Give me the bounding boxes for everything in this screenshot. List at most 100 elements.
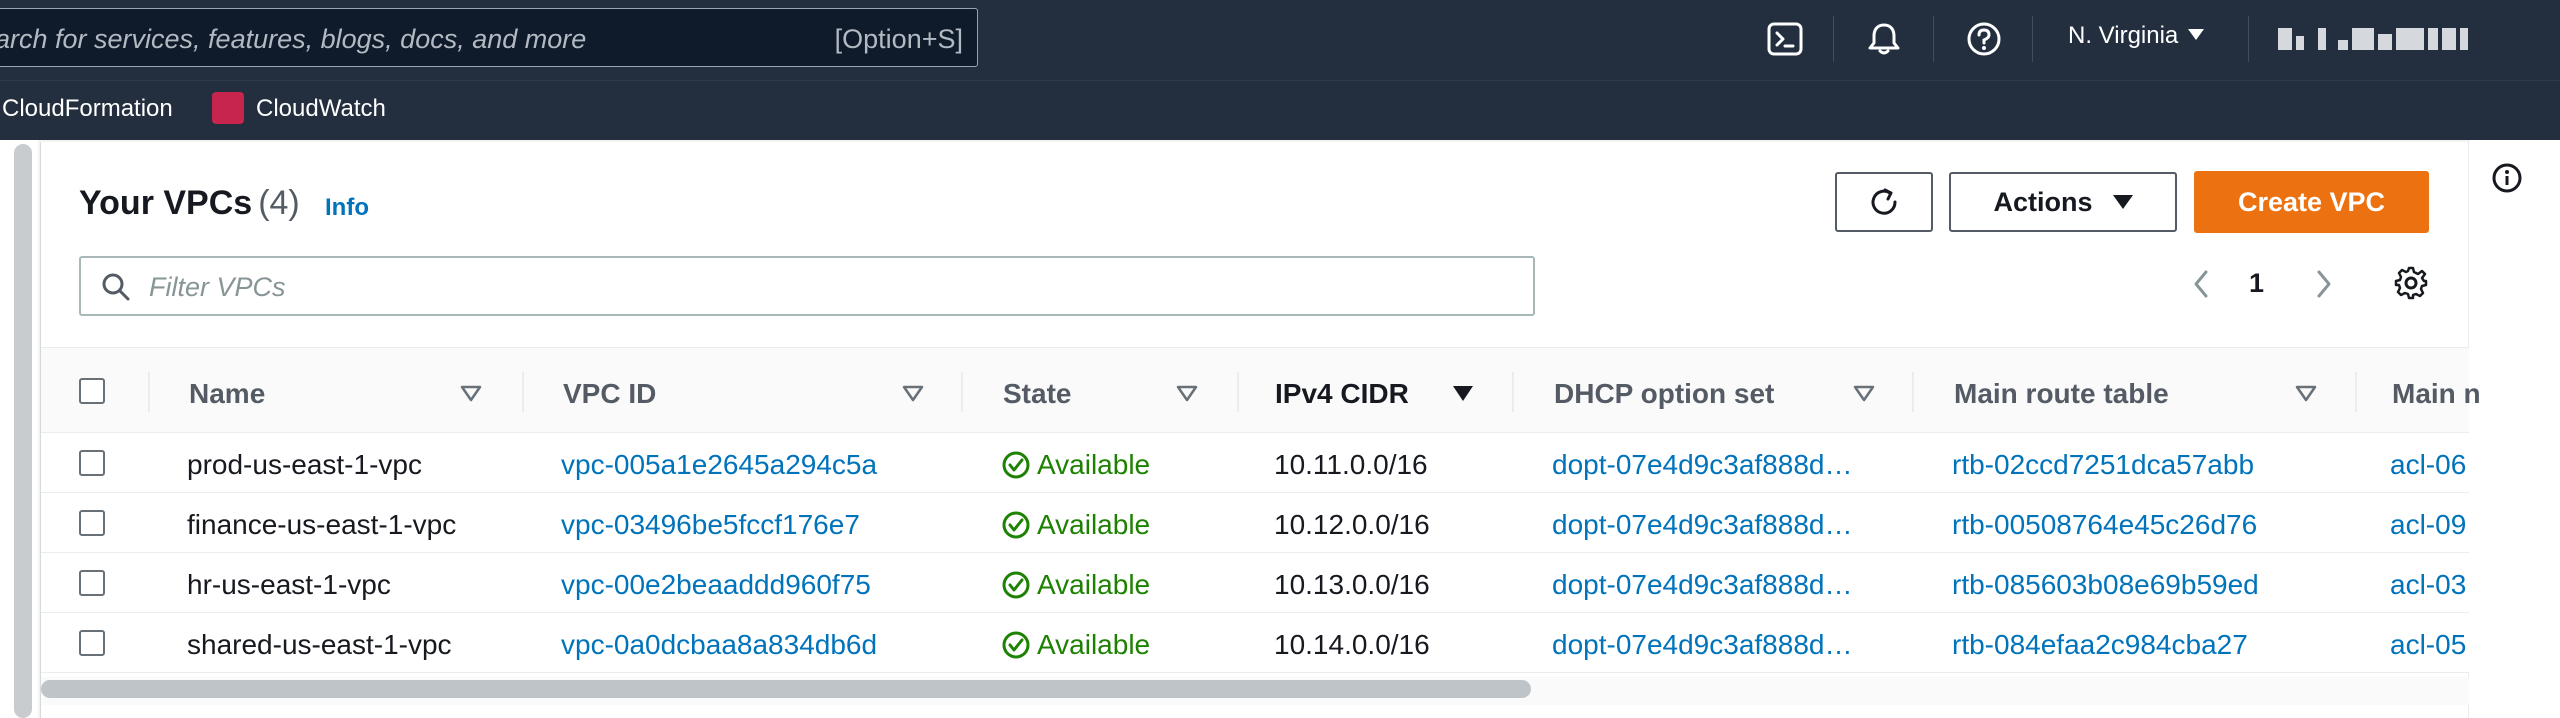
tools-panel [2468, 140, 2560, 718]
ipv4-cidr: 10.13.0.0/16 [1274, 569, 1430, 600]
dhcp-option-set-link[interactable]: dopt-07e4d9c3af888d… [1552, 569, 1852, 601]
search-placeholder: arch for services, features, blogs, docs… [0, 24, 587, 54]
refresh-icon [1871, 188, 1897, 215]
bell-icon[interactable] [1865, 20, 1903, 58]
check-circle-icon [1002, 631, 1030, 659]
row-checkbox[interactable] [79, 450, 105, 476]
network-acl-link[interactable]: acl-03 [2390, 569, 2466, 601]
filter-placeholder: Filter VPCs [149, 272, 286, 302]
check-circle-icon [1002, 511, 1030, 539]
vpc-id-link[interactable]: vpc-03496be5fccf176e7 [561, 509, 860, 541]
current-page[interactable]: 1 [2249, 268, 2264, 299]
favorites-bar: CloudFormation CloudWatch [0, 80, 2560, 140]
region-selector[interactable]: N. Virginia [2068, 22, 2205, 50]
network-acl-link[interactable]: acl-05 [2390, 629, 2466, 661]
select-all-checkbox[interactable] [79, 378, 105, 404]
vpc-name: prod-us-east-1-vpc [187, 449, 422, 480]
route-table-link[interactable]: rtb-00508764e45c26d76 [1952, 509, 2257, 541]
favorite-cloudwatch[interactable]: CloudWatch [256, 95, 386, 123]
actions-button[interactable]: Actions [1949, 172, 2177, 232]
gear-icon[interactable] [2392, 264, 2430, 302]
cloudshell-icon[interactable] [1766, 20, 1804, 58]
ipv4-cidr: 10.14.0.0/16 [1274, 629, 1430, 660]
filter-input[interactable]: Filter VPCs [79, 256, 1535, 316]
sort-icon[interactable] [1175, 384, 1199, 404]
vpc-id-link[interactable]: vpc-00e2beaaddd960f75 [561, 569, 871, 601]
row-checkbox[interactable] [79, 570, 105, 596]
state-text: Available [1037, 509, 1151, 540]
vpc-id-link[interactable]: vpc-005a1e2645a294c5a [561, 449, 877, 481]
state-text: Available [1037, 569, 1151, 600]
cloudwatch-icon [212, 92, 244, 124]
route-table-link[interactable]: rtb-02ccd7251dca57abb [1952, 449, 2254, 481]
check-circle-icon [1002, 451, 1030, 479]
sort-icon[interactable] [901, 384, 925, 404]
table-row[interactable]: shared-us-east-1-vpc vpc-0a0dcbaa8a834db… [41, 613, 2469, 673]
ipv4-cidr: 10.11.0.0/16 [1274, 449, 1428, 480]
vpc-id-link[interactable]: vpc-0a0dcbaa8a834db6d [561, 629, 877, 661]
column-header-ipv4-cidr[interactable]: IPv4 CIDR [1275, 378, 1409, 410]
actions-label: Actions [1993, 186, 2093, 217]
vpc-table-container: Your VPCs (4) Info Actions Create VPC Fil… [40, 142, 2481, 718]
vpc-name: finance-us-east-1-vpc [187, 509, 457, 540]
status-badge: Available [1001, 569, 1150, 601]
nav-divider [2032, 16, 2033, 62]
row-checkbox[interactable] [79, 630, 105, 656]
column-header-dhcp-option-set[interactable]: DHCP option set [1554, 378, 1774, 410]
network-acl-link[interactable]: acl-09 [2390, 509, 2466, 541]
table-header: Name VPC ID State IPv4 CIDR DHCP option … [41, 347, 2481, 433]
search-icon [102, 273, 130, 301]
caret-down-icon [2188, 29, 2205, 40]
column-header-state[interactable]: State [1003, 378, 1071, 410]
create-vpc-label: Create VPC [2237, 186, 2386, 217]
sort-icon[interactable] [2294, 384, 2318, 404]
state-text: Available [1037, 629, 1151, 660]
refresh-button[interactable] [1835, 172, 1933, 232]
row-checkbox[interactable] [79, 510, 105, 536]
vertical-scrollbar[interactable] [14, 144, 32, 718]
horizontal-scrollbar[interactable] [41, 680, 1531, 698]
route-table-link[interactable]: rtb-084efaa2c984cba27 [1952, 629, 2248, 661]
nav-divider [2248, 16, 2249, 62]
nav-divider [1933, 16, 1934, 62]
status-badge: Available [1001, 629, 1150, 661]
table-row[interactable]: hr-us-east-1-vpc vpc-00e2beaaddd960f75 A… [41, 553, 2469, 613]
page-title-text: Your VPCs [79, 184, 253, 222]
vpc-count: (4) [258, 184, 300, 222]
column-header-main-network-acl[interactable]: Main n [2392, 378, 2481, 410]
network-acl-link[interactable]: acl-06 [2390, 449, 2466, 481]
vpc-name: shared-us-east-1-vpc [187, 629, 452, 660]
top-navigation: arch for services, features, blogs, docs… [0, 0, 2560, 80]
column-header-main-route-table[interactable]: Main route table [1954, 378, 2169, 410]
search-shortcut-hint: [Option+S] [834, 24, 963, 54]
region-label: N. Virginia [2068, 22, 2179, 49]
dhcp-option-set-link[interactable]: dopt-07e4d9c3af888d… [1552, 629, 1852, 661]
column-header-name[interactable]: Name [189, 378, 265, 410]
page-title: Your VPCs (4) [79, 184, 300, 223]
sort-icon[interactable] [459, 384, 483, 404]
help-icon[interactable] [1965, 20, 2003, 58]
sort-descending-icon[interactable] [1451, 384, 1475, 404]
info-icon[interactable] [2491, 162, 2523, 194]
state-text: Available [1037, 449, 1151, 480]
route-table-link[interactable]: rtb-085603b08e69b59ed [1952, 569, 2259, 601]
ipv4-cidr: 10.12.0.0/16 [1274, 509, 1430, 540]
chevron-right-icon[interactable] [2309, 262, 2339, 306]
table-row[interactable]: finance-us-east-1-vpc vpc-03496be5fccf17… [41, 493, 2469, 553]
global-search-box[interactable]: arch for services, features, blogs, docs… [0, 8, 978, 67]
create-vpc-button[interactable]: Create VPC [2194, 171, 2429, 233]
chevron-left-icon[interactable] [2186, 262, 2216, 306]
table-row[interactable]: prod-us-east-1-vpc vpc-005a1e2645a294c5a… [41, 433, 2469, 493]
sort-icon[interactable] [1852, 384, 1876, 404]
status-badge: Available [1001, 509, 1150, 541]
status-badge: Available [1001, 449, 1150, 481]
vpc-name: hr-us-east-1-vpc [187, 569, 391, 600]
nav-divider [1833, 16, 1834, 62]
dhcp-option-set-link[interactable]: dopt-07e4d9c3af888d… [1552, 449, 1852, 481]
check-circle-icon [1002, 571, 1030, 599]
info-link[interactable]: Info [325, 194, 369, 222]
favorite-cloudformation[interactable]: CloudFormation [2, 95, 173, 123]
dhcp-option-set-link[interactable]: dopt-07e4d9c3af888d… [1552, 509, 1852, 541]
caret-down-icon [2112, 195, 2133, 209]
column-header-vpc-id[interactable]: VPC ID [563, 378, 656, 410]
